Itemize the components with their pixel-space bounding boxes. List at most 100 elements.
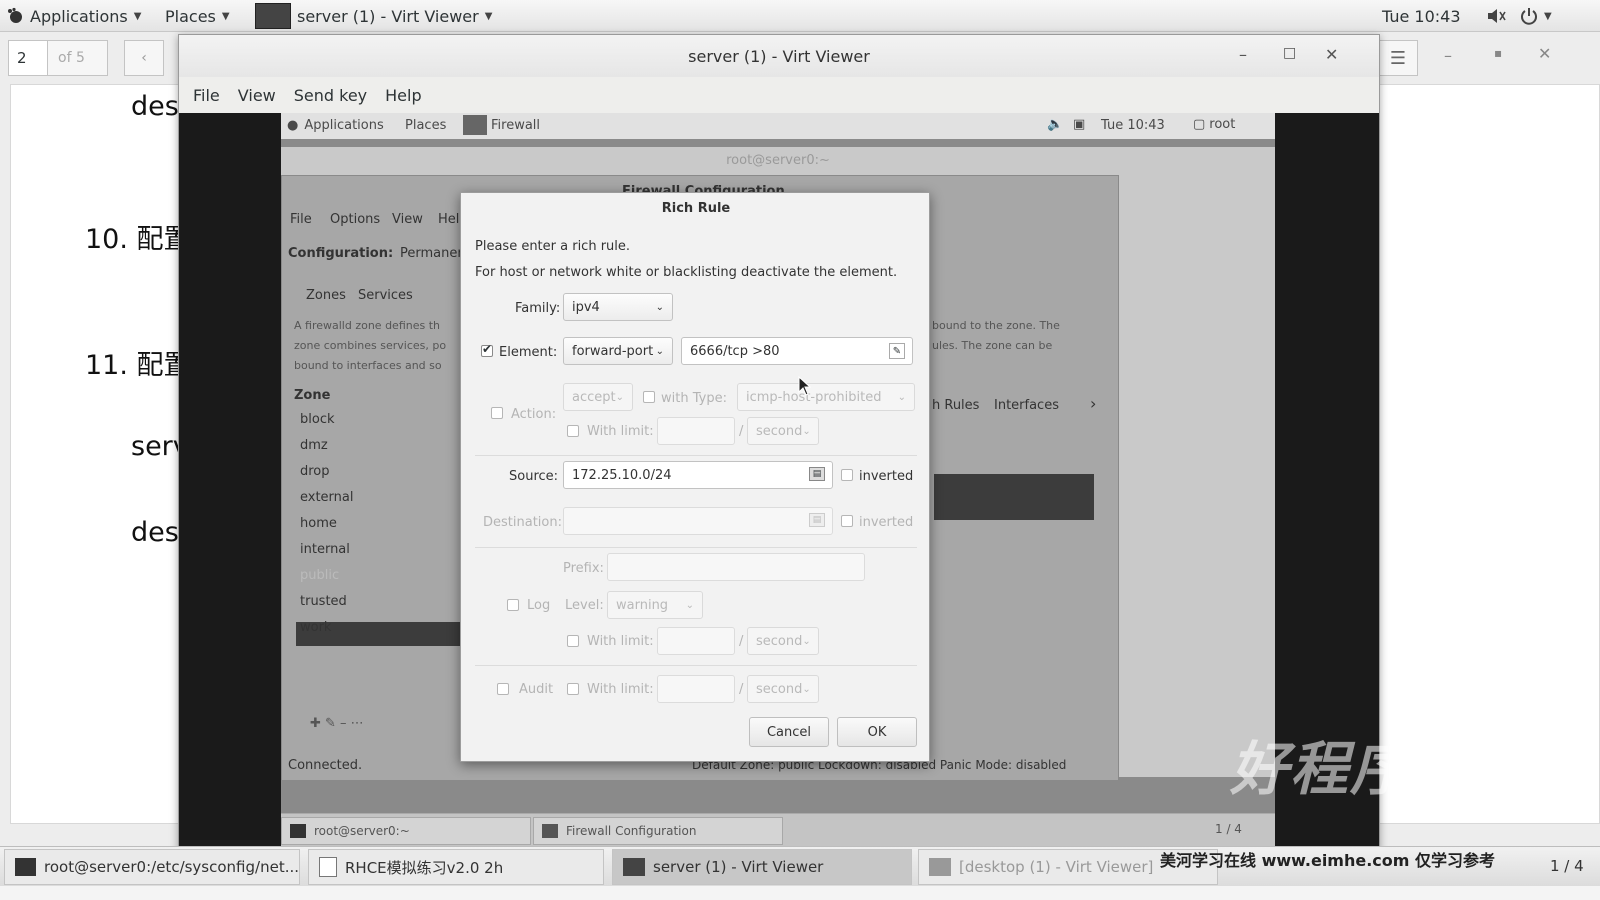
zone-item[interactable]: trusted [300,594,347,609]
taskbar-item-document[interactable]: RHCE模拟练习v2.0 2h [308,849,604,885]
monitor-icon [623,858,645,876]
guest-active-window[interactable]: Firewall [463,115,540,135]
minimize-button[interactable]: – [1239,45,1247,64]
tab-interfaces[interactable]: Interfaces [994,398,1059,413]
slash: / [739,682,744,697]
with-type-checkbox[interactable] [643,391,655,403]
action-limit-field[interactable] [657,417,735,445]
menu-help[interactable]: Hel [438,212,459,227]
audit-checkbox[interactable] [497,683,509,695]
edit-source-icon[interactable]: ▤ [809,467,825,481]
window-titlebar[interactable]: server (1) - Virt Viewer – □ ✕ [179,35,1379,77]
guest-task-firewall[interactable]: Firewall Configuration [533,817,783,845]
menu-file[interactable]: File [290,212,312,227]
zone-item[interactable]: internal [300,542,350,557]
log-limit-field[interactable] [657,627,735,655]
prefix-field[interactable] [607,553,865,581]
volume-icon[interactable] [1486,0,1508,32]
configuration-label: Configuration: [288,246,394,261]
zone-description-right: bound to the zone. The ules. The zone ca… [932,319,1060,352]
selected-rule-row[interactable] [934,474,1094,520]
menu-view[interactable]: View [392,212,423,227]
chevron-down-icon: ⌄ [897,391,906,403]
volume-icon[interactable]: 🔈 [1047,117,1063,132]
cancel-button[interactable]: Cancel [749,717,829,747]
menu-file[interactable]: File [185,86,228,105]
dialog-instruction: Please enter a rich rule. [475,239,631,254]
guest-applications-menu[interactable]: ● Applications [287,118,384,133]
guest-task-terminal[interactable]: root@server0:~ [281,817,531,845]
log-checkbox[interactable] [507,599,519,611]
close-button[interactable]: ✕ [1325,45,1338,64]
places-menu[interactable]: Places ▼ [165,0,230,32]
tab-rich-rules[interactable]: h Rules [932,398,979,413]
zone-item[interactable]: work [300,620,331,635]
level-combo[interactable]: warning ⌄ [607,591,703,619]
zone-item[interactable]: external [300,490,354,505]
zone-item[interactable]: block [300,412,335,427]
log-limit-checkbox[interactable] [567,635,579,647]
guest-places-menu[interactable]: Places [405,118,446,133]
edit-element-icon[interactable]: ✎ [889,343,905,359]
source-field[interactable]: 172.25.10.0/24 [563,461,833,489]
workspace-indicator[interactable]: 1 / 4 [1215,822,1242,836]
ok-button[interactable]: OK [837,717,917,747]
workspace-pager[interactable]: 1 / 4 [1550,857,1584,875]
zone-item[interactable]: drop [300,464,330,479]
zone-item[interactable]: home [300,516,337,531]
applications-label: Applications [30,6,128,26]
tab-services[interactable]: Services [358,288,413,303]
zone-add-edit-remove-buttons[interactable]: ✚ ✎ – ⋯ [310,716,364,731]
destination-inverted-checkbox[interactable] [841,515,853,527]
applications-menu[interactable]: Applications ▼ [6,0,141,32]
action-limit-unit-combo[interactable]: second ⌄ [747,417,819,445]
guest-clock[interactable]: Tue 10:43 [1101,118,1165,133]
with-type-combo[interactable]: icmp-host-prohibited ⌄ [737,383,915,411]
menu-help[interactable]: Help [377,86,429,105]
chevron-right-icon[interactable]: › [1090,394,1096,413]
menu-options[interactable]: Options [330,212,380,227]
edit-destination-icon[interactable]: ▤ [809,513,825,527]
audit-limit-checkbox[interactable] [567,683,579,695]
audit-limit-field[interactable] [657,675,735,703]
menu-icon: ☰ [1389,47,1407,69]
clock[interactable]: Tue 10:43 [1382,0,1461,32]
taskbar-item-virt-viewer-active[interactable]: server (1) - Virt Viewer [612,849,912,885]
zone-item-selected[interactable]: public [300,568,339,583]
active-window-menu[interactable]: server (1) - Virt Viewer ▼ [255,0,492,32]
taskbar-item-terminal[interactable]: root@server0:/etc/sysconfig/net... [4,849,300,885]
element-checkbox[interactable]: ✔ [481,342,493,357]
network-icon[interactable]: ▣ [1073,117,1085,132]
taskbar-label: server (1) - Virt Viewer [653,858,824,876]
configuration-combo[interactable]: Permanen [400,246,466,261]
action-checkbox[interactable] [491,407,503,419]
minimize-button[interactable]: – [1444,46,1452,65]
maximize-button[interactable]: ▪ [1494,46,1502,60]
page-number-input[interactable]: 2 [8,40,48,76]
action-limit-checkbox[interactable] [567,425,579,437]
audit-limit-unit-combo[interactable]: second ⌄ [747,675,819,703]
level-value: warning [616,597,669,613]
element-type-combo[interactable]: forward-port ⌄ [563,337,673,365]
page-count: of 5 [48,40,108,76]
menu-view[interactable]: View [230,86,284,105]
power-icon[interactable]: ▼ [1520,0,1552,32]
close-button[interactable]: ✕ [1538,44,1551,63]
guest-user-label: root [1209,117,1236,132]
element-label: Element: [499,345,558,360]
tab-zones[interactable]: Zones [306,288,346,303]
element-value-field[interactable]: 6666/tcp >80 [681,337,913,365]
chevron-down-icon: ⌄ [802,425,811,437]
maximize-button[interactable]: □ [1283,45,1296,61]
source-inverted-checkbox[interactable] [841,469,853,481]
previous-page-button[interactable]: ‹ [124,40,164,76]
hamburger-menu-button[interactable]: ☰ [1378,40,1418,76]
action-combo[interactable]: accept ⌄ [563,383,633,411]
destination-field[interactable] [563,507,833,535]
zone-item[interactable]: dmz [300,438,328,453]
family-combo[interactable]: ipv4 ⌄ [563,293,673,321]
log-limit-unit-combo[interactable]: second ⌄ [747,627,819,655]
limit-unit-value: second [756,633,803,649]
guest-user-menu[interactable]: ▢ root [1193,117,1235,132]
menu-send-key[interactable]: Send key [286,86,375,105]
